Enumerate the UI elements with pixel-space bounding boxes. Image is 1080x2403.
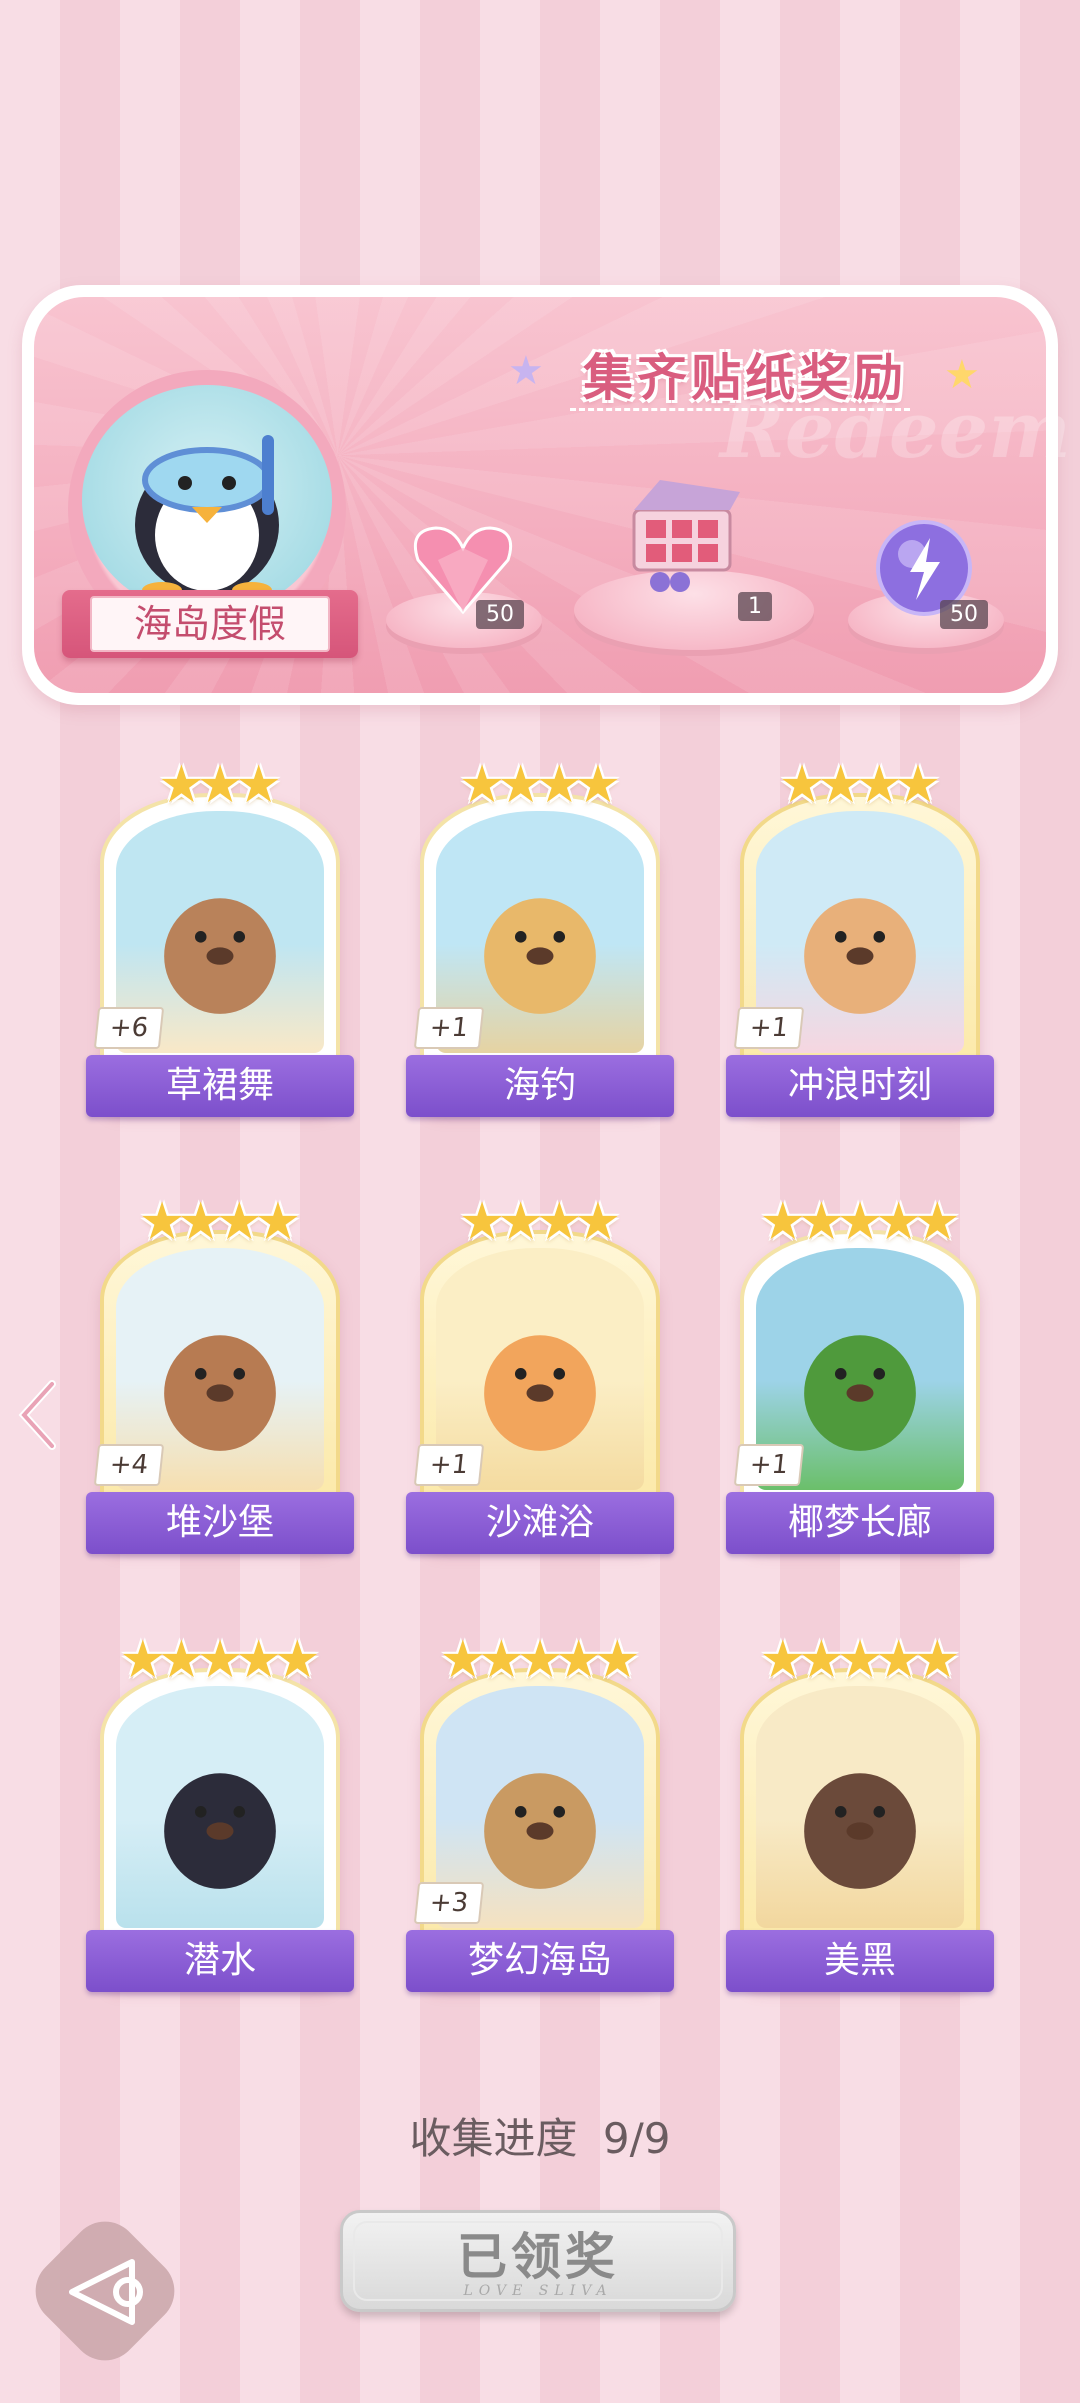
card-count-badge: +1 xyxy=(413,1007,485,1049)
card-count-badge: +1 xyxy=(733,1444,805,1486)
sticker-card[interactable]: ★★★★ +1 冲浪时刻 xyxy=(726,755,994,1125)
penguin-snorkel-icon xyxy=(135,435,279,598)
card-label: 潜水 xyxy=(86,1930,354,1992)
star-icon: ★ xyxy=(913,1192,961,1252)
card-label: 堆沙堡 xyxy=(86,1492,354,1554)
star-icon: ★ xyxy=(593,1630,641,1690)
chevron-left-icon xyxy=(18,1380,56,1450)
card-star-rating: ★★★★★ xyxy=(732,1630,988,1690)
claimed-button[interactable]: 已领奖 LOVE SLIVA xyxy=(340,2210,736,2312)
claimed-button-label: 已领奖 xyxy=(457,2228,619,2286)
animal-illustration-icon xyxy=(164,1773,276,1889)
card-count-badge: +1 xyxy=(413,1444,485,1486)
collection-progress: 收集进度 9/9 xyxy=(0,2105,1080,2166)
sticker-card[interactable]: ★★★★ +1 沙滩浴 xyxy=(406,1192,674,1562)
reward-count: 50 xyxy=(476,600,524,629)
card-label: 梦幻海岛 xyxy=(406,1930,674,1992)
sticker-card[interactable]: ★★★ +6 草裙舞 xyxy=(86,755,354,1125)
card-label: 海钓 xyxy=(406,1055,674,1117)
card-artwork xyxy=(756,1686,964,1928)
card-label: 冲浪时刻 xyxy=(726,1055,994,1117)
card-star-rating: ★★★★ xyxy=(412,755,668,815)
sticker-card[interactable]: ★★★★★ 美黑 xyxy=(726,1630,994,2000)
card-label: 草裙舞 xyxy=(86,1055,354,1117)
avatar-label: 海岛度假 xyxy=(90,596,330,652)
card-count-badge: +1 xyxy=(733,1007,805,1049)
reward-count: 1 xyxy=(738,592,772,621)
reward-count: 50 xyxy=(940,600,988,629)
animal-illustration-icon xyxy=(804,1773,916,1889)
claimed-button-subtext: LOVE SLIVA xyxy=(463,2283,613,2299)
sticker-card[interactable]: ★★★★ +4 堆沙堡 xyxy=(86,1192,354,1562)
card-star-rating: ★★★★★ xyxy=(412,1630,668,1690)
sticker-card[interactable]: ★★★★★ +1 椰梦长廊 xyxy=(726,1192,994,1562)
back-arrow-icon xyxy=(69,2259,143,2325)
star-deco-icon: ★ xyxy=(508,348,544,394)
progress-value: 9/9 xyxy=(602,2114,671,2163)
star-icon: ★ xyxy=(254,1192,302,1252)
star-icon: ★ xyxy=(894,755,942,815)
card-star-rating: ★★★★ xyxy=(732,755,988,815)
star-icon: ★ xyxy=(913,1630,961,1690)
card-count-badge: +4 xyxy=(93,1444,165,1486)
card-artwork xyxy=(116,1686,324,1928)
card-star-rating: ★★★★ xyxy=(92,1192,348,1252)
reward-item[interactable] xyxy=(620,470,750,600)
avatar-ribbon: 海岛度假 xyxy=(62,590,358,658)
star-deco-icon: ★ xyxy=(944,352,980,398)
star-icon: ★ xyxy=(574,1192,622,1252)
banner-title-underline xyxy=(570,408,910,412)
sticker-card[interactable]: ★★★★★ +3 梦幻海岛 xyxy=(406,1630,674,2000)
card-star-rating: ★★★★★ xyxy=(92,1630,348,1690)
prev-page-arrow[interactable] xyxy=(18,1380,58,1450)
card-label: 美黑 xyxy=(726,1930,994,1992)
star-icon: ★ xyxy=(235,755,282,815)
penguin-avatar xyxy=(82,385,332,615)
star-icon: ★ xyxy=(574,755,622,815)
gift-box-icon xyxy=(632,480,740,592)
card-star-rating: ★★★★★ xyxy=(732,1192,988,1252)
card-label: 椰梦长廊 xyxy=(726,1492,994,1554)
sticker-card[interactable]: ★★★★★ 潜水 xyxy=(86,1630,354,2000)
card-star-rating: ★★★★ xyxy=(412,1192,668,1252)
star-icon: ★ xyxy=(273,1630,321,1690)
sticker-card[interactable]: ★★★★ +1 海钓 xyxy=(406,755,674,1125)
card-star-rating: ★★★ xyxy=(92,755,348,815)
card-label: 沙滩浴 xyxy=(406,1492,674,1554)
card-count-badge: +6 xyxy=(93,1007,165,1049)
card-count-badge: +3 xyxy=(413,1882,485,1924)
banner-title: 集齐贴纸奖励 xyxy=(583,349,907,407)
progress-label: 收集进度 xyxy=(409,2114,578,2163)
